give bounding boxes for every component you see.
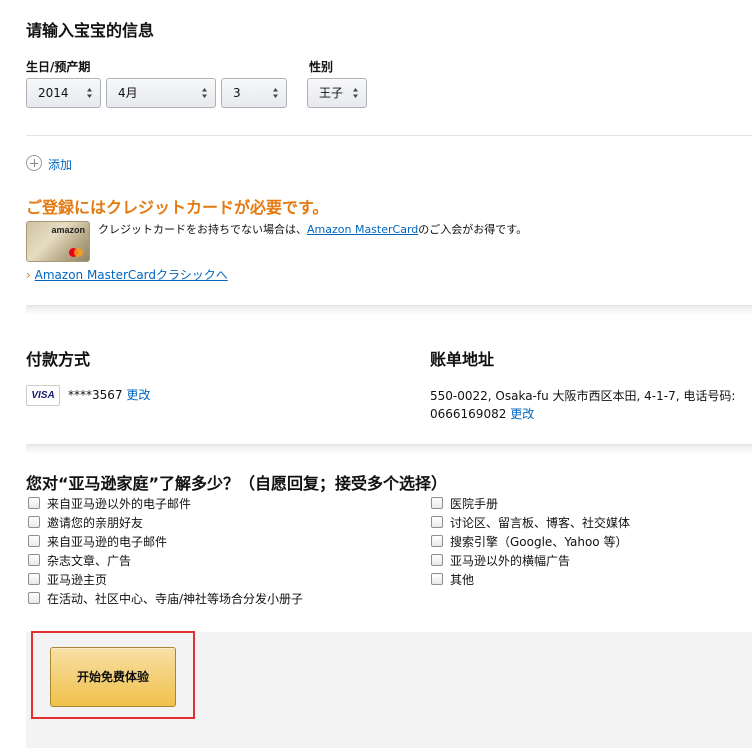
- survey-option-label[interactable]: 亚马逊以外的横幅广告: [450, 552, 570, 569]
- survey-checkbox[interactable]: [431, 516, 443, 528]
- promo-text-before: クレジットカードをお持ちでない場合は、: [98, 223, 307, 236]
- survey-option-label[interactable]: 杂志文章、广告: [47, 552, 131, 569]
- billing-address-title: 账单地址: [430, 350, 495, 369]
- payment-method-title: 付款方式: [26, 350, 91, 369]
- add-child-link[interactable]: 添加: [48, 156, 72, 173]
- promo-text-after: のご入会がお得です。: [418, 223, 528, 236]
- select-arrows-icon: [202, 88, 207, 98]
- chevron-right-icon: ›: [26, 268, 31, 282]
- survey-option-label[interactable]: 搜索引擎（Google、Yahoo 等）: [450, 533, 627, 550]
- amazon-mastercard-link[interactable]: Amazon MasterCard: [307, 223, 418, 236]
- baby-info-title: 请输入宝宝的信息: [26, 21, 155, 40]
- survey-checkbox[interactable]: [431, 497, 443, 509]
- credit-card-required-heading: ご登録にはクレジットカードが必要です。: [26, 198, 329, 217]
- amazon-mastercard-image: amazon: [26, 221, 90, 262]
- survey-option-label[interactable]: 来自亚马逊的电子邮件: [47, 533, 167, 550]
- survey-option-label[interactable]: 讨论区、留言板、博客、社交媒体: [450, 514, 630, 531]
- mastercard-logo-icon: [69, 248, 83, 257]
- card-number-row: ****3567 更改: [68, 386, 150, 403]
- survey-checkbox[interactable]: [28, 573, 40, 585]
- section-divider: [26, 135, 752, 136]
- day-select-value: 3: [233, 86, 241, 100]
- gender-select[interactable]: 王子: [307, 78, 367, 108]
- select-arrows-icon: [273, 88, 278, 98]
- survey-checkbox[interactable]: [431, 535, 443, 547]
- section-shadow: [26, 305, 752, 315]
- select-arrows-icon: [87, 88, 92, 98]
- year-select-value: 2014: [38, 86, 69, 100]
- survey-option-label[interactable]: 来自亚马逊以外的电子邮件: [47, 495, 191, 512]
- survey-option-label[interactable]: 医院手册: [450, 495, 498, 512]
- month-select[interactable]: 4月: [106, 78, 216, 108]
- survey-checkbox[interactable]: [28, 535, 40, 547]
- survey-checkbox[interactable]: [28, 497, 40, 509]
- survey-option-label[interactable]: 亚马逊主页: [47, 571, 107, 588]
- survey-checkbox[interactable]: [431, 573, 443, 585]
- survey-checkbox[interactable]: [28, 592, 40, 604]
- add-plus-icon[interactable]: [26, 155, 42, 171]
- visa-card-icon: VISA: [26, 385, 60, 406]
- gender-label: 性别: [309, 60, 334, 74]
- gender-select-value: 王子: [319, 86, 344, 100]
- change-payment-link[interactable]: 更改: [126, 388, 150, 402]
- survey-checkbox[interactable]: [28, 554, 40, 566]
- year-select[interactable]: 2014: [26, 78, 101, 108]
- section-divider: [26, 305, 752, 306]
- classic-link-row[interactable]: › Amazon MasterCardクラシックへ: [26, 266, 228, 283]
- change-billing-link[interactable]: 更改: [510, 407, 534, 421]
- mastercard-classic-link[interactable]: Amazon MasterCardクラシックへ: [35, 268, 228, 282]
- month-select-value: 4月: [118, 86, 138, 100]
- card-brand-text: amazon: [51, 225, 85, 235]
- section-shadow: [26, 444, 752, 454]
- select-arrows-icon: [353, 88, 358, 98]
- promo-text: クレジットカードをお持ちでない場合は、Amazon MasterCardのご入会…: [98, 221, 527, 237]
- card-number: ****3567: [68, 388, 123, 402]
- section-divider: [26, 444, 752, 445]
- phone-number: 0666169082: [430, 407, 507, 421]
- survey-option-label[interactable]: 其他: [450, 571, 474, 588]
- survey-option-label[interactable]: 邀请您的亲朋好友: [47, 514, 143, 531]
- survey-option-label[interactable]: 在活动、社区中心、寺庙/神社等场合分发小册子: [47, 590, 303, 607]
- start-free-trial-button[interactable]: 开始免费体验: [50, 647, 176, 707]
- survey-checkbox[interactable]: [431, 554, 443, 566]
- day-select[interactable]: 3: [221, 78, 287, 108]
- survey-checkbox[interactable]: [28, 516, 40, 528]
- billing-address-line1: 550-0022, Osaka-fu 大阪市西区本田, 4-1-7, 电话号码:: [430, 389, 736, 403]
- survey-question: 您对“亚马逊家庭”了解多少？（自愿回复；接受多个选择）: [26, 474, 448, 493]
- birthday-label: 生日/预产期: [26, 60, 91, 74]
- billing-address-line2: 0666169082 更改: [430, 405, 534, 422]
